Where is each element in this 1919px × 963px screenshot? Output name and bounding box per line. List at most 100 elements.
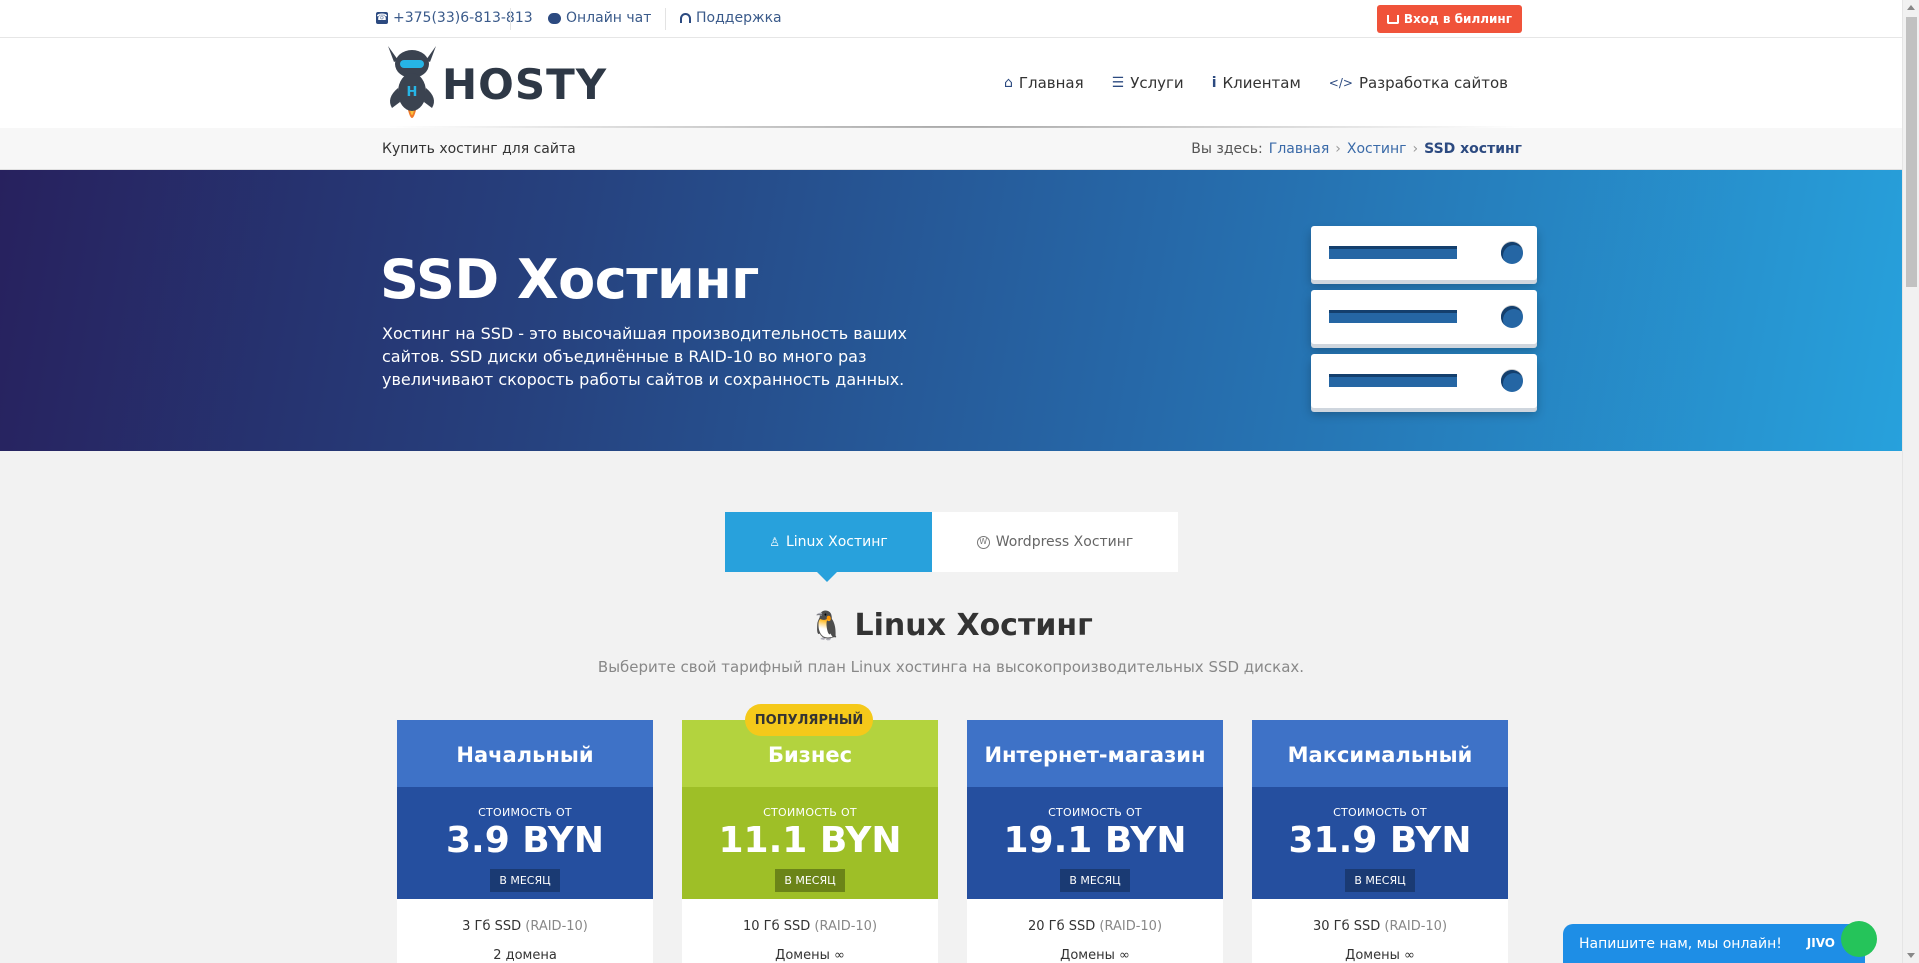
hero-description: Хостинг на SSD - это высочайшая производ…	[382, 324, 908, 389]
tab-label: Wordpress Хостинг	[995, 534, 1134, 550]
page-name: Купить хостинг для сайта	[382, 141, 576, 157]
breadcrumb-link-home[interactable]: Главная	[1269, 141, 1329, 157]
price-period: В МЕСЯЦ	[1060, 869, 1130, 892]
popular-badge: ПОПУЛЯРНЫЙ	[745, 704, 873, 736]
plan-card-online-store[interactable]: Интернет-магазин СТОИМОСТЬ ОТ 19.1 BYN В…	[967, 720, 1223, 963]
plan-price-box: СТОИМОСТЬ ОТ 19.1 BYN В МЕСЯЦ	[967, 787, 1223, 899]
jivo-status-icon	[1841, 921, 1877, 957]
logo[interactable]: H HOSTY	[380, 38, 606, 128]
breadcrumb-prefix: Вы здесь:	[1191, 141, 1263, 157]
server-illustration	[1311, 290, 1537, 344]
plan-feature-domains: Домены ∞	[1060, 948, 1130, 963]
raid-value: (RAID-10)	[1099, 919, 1163, 934]
plan-feature-domains: Домены ∞	[775, 948, 845, 963]
breadcrumb-bar: Купить хостинг для сайта Вы здесь: Главн…	[0, 128, 1902, 170]
plan-price-box: СТОИМОСТЬ ОТ 11.1 BYN В МЕСЯЦ	[682, 787, 938, 899]
list-icon: ☰	[1111, 75, 1125, 91]
price-from-label: СТОИМОСТЬ ОТ	[478, 806, 572, 819]
plan-feature-storage: 10 Гб SSD (RAID-10)	[682, 919, 938, 934]
basket-icon	[1386, 14, 1399, 24]
svg-text:H: H	[407, 85, 418, 100]
hero-banner: SSD Хостинг Хостинг на SSD - это высочай…	[0, 170, 1902, 451]
plan-price-box: СТОИМОСТЬ ОТ 31.9 BYN В МЕСЯЦ	[1252, 787, 1508, 899]
raid-value: (RAID-10)	[525, 919, 588, 934]
storage-value: 3 Гб SSD	[462, 919, 522, 934]
billing-login-label: Вход в биллинг	[1403, 12, 1512, 26]
plan-feature-storage: 20 Гб SSD (RAID-10)	[967, 919, 1223, 934]
main-nav: ⌂ Главная ☰ Услуги i Клиентам </> Разраб…	[989, 38, 1522, 135]
wordpress-icon: W	[976, 535, 990, 549]
nav-item-label: Разработка сайтов	[1358, 74, 1508, 92]
raid-value: (RAID-10)	[1384, 919, 1448, 934]
nav-item-label: Услуги	[1130, 74, 1184, 92]
price-period: В МЕСЯЦ	[775, 869, 845, 892]
nav-item-web-development[interactable]: </> Разработка сайтов	[1315, 38, 1522, 128]
server-illustration	[1311, 354, 1537, 408]
support-label: Поддержка	[696, 10, 782, 26]
jivo-logo: JIVO	[1806, 936, 1835, 950]
plan-name: Максимальный	[1252, 720, 1508, 787]
live-chat-widget[interactable]: Напишите нам, мы онлайн! JIVO	[1563, 921, 1877, 963]
plan-price: 11.1 BYN	[718, 820, 902, 861]
top-bar: ☎ +375(33)6-813-813 Онлайн чат Поддержка…	[0, 0, 1902, 38]
robot-rocket-icon: H	[388, 46, 436, 118]
online-chat-link[interactable]: Онлайн чат	[548, 10, 651, 26]
plan-feature-domains: Домены ∞	[1345, 948, 1415, 963]
plan-price: 31.9 BYN	[1288, 820, 1472, 861]
chat-icon	[548, 12, 561, 24]
section-title-text: Linux Хостинг	[854, 608, 1093, 643]
tab-wordpress-hosting[interactable]: W Wordpress Хостинг	[932, 512, 1178, 572]
server-illustration	[1311, 226, 1537, 280]
scroll-down-icon[interactable]	[1907, 953, 1915, 958]
plan-card-maximum[interactable]: Максимальный СТОИМОСТЬ ОТ 31.9 BYN В МЕС…	[1252, 720, 1508, 963]
phone-icon: ☎	[376, 12, 388, 24]
headphones-icon	[680, 13, 691, 23]
tab-label: Linux Хостинг	[785, 534, 888, 550]
nav-item-clients[interactable]: i Клиентам	[1198, 38, 1315, 128]
scroll-up-icon[interactable]	[1907, 5, 1915, 10]
plan-price-box: СТОИМОСТЬ ОТ 3.9 BYN В МЕСЯЦ	[397, 787, 653, 899]
nav-item-home[interactable]: ⌂ Главная	[989, 38, 1098, 135]
price-from-label: СТОИМОСТЬ ОТ	[1048, 806, 1142, 819]
breadcrumb-current: SSD хостинг	[1424, 141, 1522, 157]
plan-card-business[interactable]: Бизнес СТОИМОСТЬ ОТ 11.1 BYN В МЕСЯЦ 10 …	[682, 720, 938, 963]
storage-value: 30 Гб SSD	[1312, 919, 1381, 934]
plan-price: 19.1 BYN	[1003, 820, 1187, 861]
scrollbar-thumb[interactable]	[1906, 17, 1917, 287]
section-title: 🐧 Linux Хостинг	[0, 608, 1902, 643]
chevron-right-icon: ›	[1335, 141, 1341, 157]
tab-linux-hosting[interactable]: ♙ Linux Хостинг	[725, 512, 932, 582]
storage-value: 10 Гб SSD	[742, 919, 811, 934]
chevron-right-icon: ›	[1412, 141, 1419, 157]
price-from-label: СТОИМОСТЬ ОТ	[1333, 806, 1427, 819]
price-period: В МЕСЯЦ	[1345, 869, 1415, 892]
plan-name: Начальный	[397, 720, 653, 787]
raid-value: (RAID-10)	[814, 919, 878, 934]
page-scrollbar[interactable]	[1902, 0, 1919, 963]
chat-widget-text: Напишите нам, мы онлайн!	[1579, 935, 1782, 952]
plan-feature-storage: 3 Гб SSD (RAID-10)	[397, 919, 653, 934]
price-period: В МЕСЯЦ	[490, 869, 560, 892]
phone-number: +375(33)6-813-813	[393, 10, 533, 26]
divider	[665, 8, 666, 30]
main-header: H HOSTY ⌂ Главная ☰ Услуги i Клиентам </…	[0, 38, 1902, 135]
price-from-label: СТОИМОСТЬ ОТ	[763, 806, 857, 819]
support-link[interactable]: Поддержка	[680, 10, 782, 26]
breadcrumb: Вы здесь: Главная › Хостинг › SSD хостин…	[1191, 141, 1522, 157]
linux-penguin-icon: ♙	[769, 535, 780, 549]
breadcrumb-link-hosting[interactable]: Хостинг	[1347, 141, 1407, 157]
plan-feature-domains: 2 домена	[493, 948, 557, 963]
code-icon: </>	[1328, 76, 1353, 90]
hosting-tabs: ♙ Linux Хостинг W Wordpress Хостинг	[725, 512, 1178, 582]
plan-name: Интернет-магазин	[967, 720, 1223, 787]
nav-item-label: Клиентам	[1222, 74, 1301, 92]
plan-feature-storage: 30 Гб SSD (RAID-10)	[1252, 919, 1508, 934]
divider	[510, 8, 511, 30]
online-chat-label: Онлайн чат	[566, 10, 652, 26]
nav-item-label: Главная	[1018, 74, 1084, 92]
plan-card-starter[interactable]: Начальный СТОИМОСТЬ ОТ 3.9 BYN В МЕСЯЦ 3…	[397, 720, 653, 963]
storage-value: 20 Гб SSD	[1027, 919, 1096, 934]
nav-item-services[interactable]: ☰ Услуги	[1098, 38, 1198, 128]
billing-login-button[interactable]: Вход в биллинг	[1376, 5, 1522, 33]
hero-title: SSD Хостинг	[380, 248, 759, 311]
